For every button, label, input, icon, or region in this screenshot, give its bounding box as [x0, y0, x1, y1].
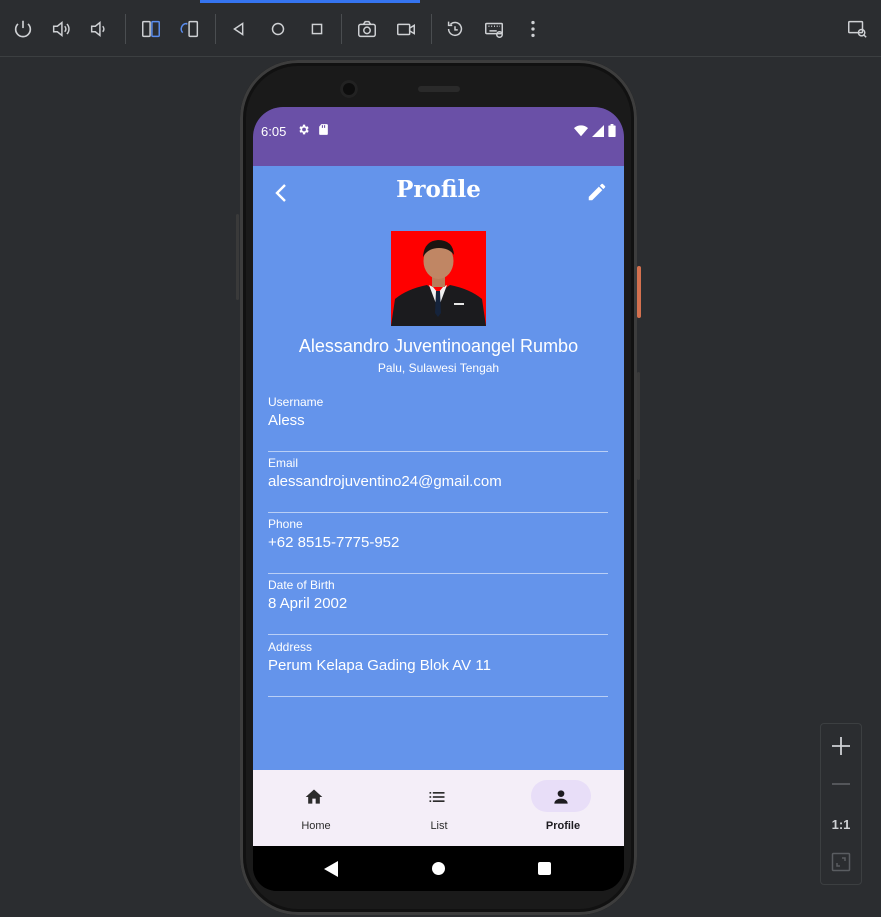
- system-navigation-bar: [253, 846, 624, 891]
- profile-screen: Profile Alessandro Juventinoangel Rumbo …: [253, 166, 624, 770]
- field-value: 8 April 2002: [268, 595, 348, 612]
- nav-item-list[interactable]: List: [377, 770, 501, 846]
- zoom-out-icon[interactable]: [821, 766, 861, 802]
- phone-screen: 6:05 Profile Alessandro Juventinoangel R…: [253, 107, 624, 891]
- address-field: Address Perum Kelapa Gading Blok AV 11: [268, 640, 608, 697]
- toolbar-separator: [125, 14, 126, 44]
- status-time: 6:05: [261, 124, 287, 139]
- rotate-right-icon[interactable]: [178, 17, 202, 41]
- field-label: Email: [268, 456, 299, 470]
- emulator-toolbar: [0, 0, 881, 57]
- field-label: Date of Birth: [268, 578, 335, 592]
- zoom-fit-icon[interactable]: [821, 844, 861, 880]
- keyboard-icon[interactable]: [482, 17, 506, 41]
- field-value: +62 8515-7775-952: [268, 534, 400, 551]
- nav-label: List: [430, 820, 448, 832]
- screenshot-icon[interactable]: [355, 17, 379, 41]
- rotate-left-icon[interactable]: [139, 17, 163, 41]
- volume-down-icon[interactable]: [87, 17, 111, 41]
- phone-field: Phone +62 8515-7775-952: [268, 517, 608, 574]
- screen-record-icon[interactable]: [394, 17, 418, 41]
- volume-side-button[interactable]: [637, 372, 640, 480]
- zoom-in-icon[interactable]: [821, 728, 861, 764]
- bottom-navigation: Home List Profile: [253, 770, 624, 846]
- left-side-button: [236, 214, 239, 300]
- date-of-birth-field: Date of Birth 8 April 2002: [268, 578, 608, 635]
- field-value: Perum Kelapa Gading Blok AV 11: [268, 657, 491, 674]
- signal-icon: [592, 124, 604, 142]
- active-tab-indicator: [200, 0, 420, 3]
- toolbar-separator: [341, 14, 342, 44]
- field-label: Phone: [268, 517, 303, 531]
- more-icon[interactable]: [521, 17, 545, 41]
- field-value: Aless: [268, 412, 305, 429]
- home-icon: [304, 787, 324, 807]
- home-icon[interactable]: [266, 17, 290, 41]
- device-mirror-icon[interactable]: [845, 17, 869, 41]
- sd-card-status-icon: [318, 123, 329, 141]
- wifi-icon: [574, 124, 588, 142]
- list-icon: [427, 787, 447, 807]
- page-title: Profile: [396, 176, 481, 203]
- username-field: Username Aless: [268, 395, 608, 452]
- edit-icon[interactable]: [586, 181, 608, 203]
- person-icon: [551, 787, 571, 807]
- nav-item-profile[interactable]: Profile: [501, 770, 624, 846]
- nav-label: Home: [301, 820, 331, 832]
- toolbar-separator: [215, 14, 216, 44]
- zoom-controls: 1:1: [820, 723, 862, 885]
- nav-item-home[interactable]: Home: [254, 770, 378, 846]
- system-back-icon[interactable]: [324, 861, 338, 882]
- zoom-actual-size-button[interactable]: 1:1: [821, 806, 861, 842]
- settings-status-icon: [297, 123, 310, 141]
- nav-label: Profile: [545, 820, 581, 832]
- power-icon[interactable]: [11, 17, 35, 41]
- field-label: Username: [268, 395, 324, 409]
- battery-icon: [608, 124, 616, 142]
- volume-up-icon[interactable]: [49, 17, 73, 41]
- system-home-icon[interactable]: [432, 862, 445, 875]
- status-bar: 6:05: [253, 107, 624, 166]
- toolbar-separator: [431, 14, 432, 44]
- front-camera: [340, 80, 358, 98]
- back-icon[interactable]: [227, 17, 251, 41]
- earpiece-speaker: [418, 86, 460, 92]
- profile-location: Palu, Sulawesi Tengah: [377, 361, 500, 375]
- profile-photo: [391, 231, 486, 326]
- system-recents-icon[interactable]: [538, 862, 551, 875]
- field-value: alessandrojuventino24@gmail.com: [268, 473, 502, 490]
- email-field: Email alessandrojuventino24@gmail.com: [268, 456, 608, 513]
- field-label: Address: [268, 640, 313, 654]
- power-side-button[interactable]: [637, 266, 641, 318]
- overview-icon[interactable]: [305, 17, 329, 41]
- profile-name: Alessandro Juventinoangel Rumbo: [298, 336, 579, 356]
- snapshot-icon[interactable]: [443, 17, 467, 41]
